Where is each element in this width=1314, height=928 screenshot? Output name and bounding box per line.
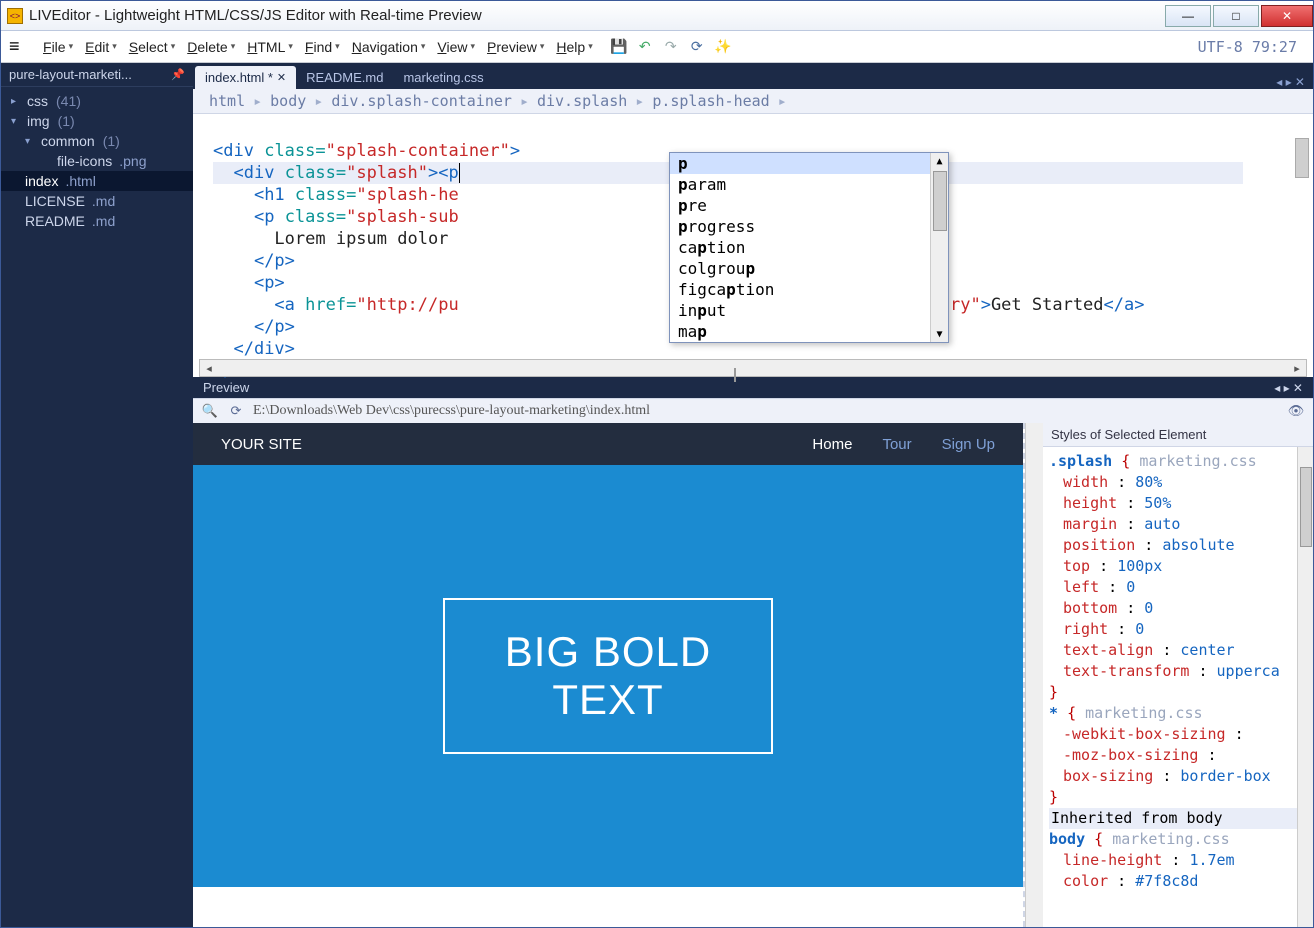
autocomplete-popup: p param pre progress caption colgroup fi… (669, 152, 949, 343)
menu-select[interactable]: Select▾ (123, 35, 181, 59)
preview-toolbar: 🔍 ⟳ E:\Downloads\Web Dev\css\purecss\pur… (193, 398, 1313, 423)
crumb[interactable]: p.splash-head (652, 92, 769, 110)
minimize-button[interactable]: — (1165, 5, 1211, 27)
sidebar: pure-layout-marketi... 📌 ▸css(41) ▾img(1… (1, 63, 193, 927)
app-window: <> LIVEditor - Lightweight HTML/CSS/JS E… (0, 0, 1314, 928)
menu-navigation[interactable]: Navigation▾ (346, 35, 432, 59)
tab-scroll-controls[interactable]: ◂ ▸ ✕ (1268, 75, 1313, 89)
tree-file-index[interactable]: index.html (1, 171, 193, 191)
window-title: LIVEditor - Lightweight HTML/CSS/JS Edit… (29, 7, 1163, 24)
site-navbar: YOUR SITE Home Tour Sign Up (193, 423, 1023, 465)
breadcrumb: html▸ body▸ div.splash-container▸ div.sp… (193, 89, 1313, 113)
file-tree: ▸css(41) ▾img(1) ▾common(1) file-icons.p… (1, 87, 193, 235)
undo-icon[interactable]: ↶ (635, 37, 655, 57)
tree-folder-css[interactable]: ▸css(41) (1, 91, 193, 111)
hamburger-icon[interactable]: ≡ (9, 36, 29, 57)
status-right: UTF-8 79:27 (1198, 38, 1307, 56)
tab-index[interactable]: index.html *✕ (195, 66, 296, 89)
crumb[interactable]: div.splash-container (331, 92, 512, 110)
ac-item[interactable]: param (670, 174, 948, 195)
nav-home[interactable]: Home (812, 436, 852, 453)
splash-area: BIG BOLDTEXT (193, 465, 1023, 887)
tab-readme[interactable]: README.md (296, 66, 393, 89)
splash-footer (193, 887, 1023, 927)
splash-box: BIG BOLDTEXT (443, 598, 773, 755)
crumb[interactable]: body (270, 92, 306, 110)
tree-file-license[interactable]: LICENSE.md (1, 191, 193, 211)
sidebar-tab[interactable]: pure-layout-marketi... 📌 (1, 63, 193, 87)
redo-icon[interactable]: ↷ (661, 37, 681, 57)
ac-scrollbar[interactable]: ▲▼ (930, 153, 948, 342)
styles-panel: Styles of Selected Element .splash { mar… (1043, 423, 1313, 927)
ac-item[interactable]: input (670, 300, 948, 321)
nav-signup[interactable]: Sign Up (942, 436, 995, 453)
ac-item[interactable]: caption (670, 237, 948, 258)
site-brand: YOUR SITE (221, 436, 302, 453)
ac-item[interactable]: colgroup (670, 258, 948, 279)
menu-delete[interactable]: Delete▾ (181, 35, 241, 59)
save-icon[interactable]: 💾 (609, 37, 629, 57)
editor-tabs: index.html *✕ README.md marketing.css ◂ … (193, 63, 1313, 89)
menu-preview[interactable]: Preview▾ (481, 35, 550, 59)
inherited-label: Inherited from body (1049, 808, 1307, 829)
preview-path: E:\Downloads\Web Dev\css\purecss\pure-la… (253, 403, 650, 419)
eye-icon[interactable]: 👁 (1287, 402, 1305, 420)
tree-file-readme[interactable]: README.md (1, 211, 193, 231)
menubar: ≡ File▾ Edit▾ Select▾ Delete▾ HTML▾ Find… (1, 31, 1313, 63)
styles-header: Styles of Selected Element (1043, 423, 1313, 447)
app-icon: <> (7, 8, 23, 24)
tree-folder-common[interactable]: ▾common(1) (1, 131, 193, 151)
tree-file-fileicons[interactable]: file-icons.png (1, 151, 193, 171)
editor-minimap[interactable] (1295, 118, 1309, 348)
menu-help[interactable]: Help▾ (550, 35, 598, 59)
menu-find[interactable]: Find▾ (299, 35, 346, 59)
reload-icon[interactable]: ⟳ (227, 402, 245, 420)
code-editor[interactable]: <div class="splash-container"> <div clas… (193, 113, 1313, 377)
crumb[interactable]: div.splash (537, 92, 627, 110)
menu-edit[interactable]: Edit▾ (79, 35, 123, 59)
ac-item[interactable]: pre (670, 195, 948, 216)
tab-marketing[interactable]: marketing.css (393, 66, 493, 89)
inspect-icon[interactable]: 🔍 (201, 402, 219, 420)
crumb[interactable]: html (209, 92, 245, 110)
nav-tour[interactable]: Tour (882, 436, 911, 453)
cursor-position: 79:27 (1252, 38, 1297, 56)
ac-item[interactable]: p (670, 153, 948, 174)
close-button[interactable]: ✕ (1261, 5, 1313, 27)
tree-folder-img[interactable]: ▾img(1) (1, 111, 193, 131)
sidebar-tab-label: pure-layout-marketi... (9, 67, 132, 82)
styles-body[interactable]: .splash { marketing.css width : 80% heig… (1043, 447, 1313, 927)
pin-icon[interactable]: 📌 (171, 68, 185, 81)
menu-view[interactable]: View▾ (431, 35, 481, 59)
wand-icon[interactable]: ✨ (713, 37, 733, 57)
ac-item[interactable]: figcaption (670, 279, 948, 300)
preview-scrollbar[interactable] (1025, 423, 1043, 927)
splash-headline: BIG BOLDTEXT (505, 628, 711, 725)
menu-html[interactable]: HTML▾ (241, 35, 299, 59)
styles-scrollbar[interactable] (1297, 447, 1313, 927)
close-icon[interactable]: ✕ (277, 71, 286, 84)
encoding-label: UTF-8 (1198, 38, 1243, 56)
preview-viewport: YOUR SITE Home Tour Sign Up BIG BOLDTEXT (193, 423, 1025, 927)
menu-file[interactable]: File▾ (37, 35, 79, 59)
titlebar: <> LIVEditor - Lightweight HTML/CSS/JS E… (1, 1, 1313, 31)
ac-item[interactable]: progress (670, 216, 948, 237)
ac-item[interactable]: map (670, 321, 948, 342)
maximize-button[interactable]: □ (1213, 5, 1259, 27)
refresh-icon[interactable]: ⟳ (687, 37, 707, 57)
editor-hscrollbar[interactable]: ◂▸ (199, 359, 1307, 377)
